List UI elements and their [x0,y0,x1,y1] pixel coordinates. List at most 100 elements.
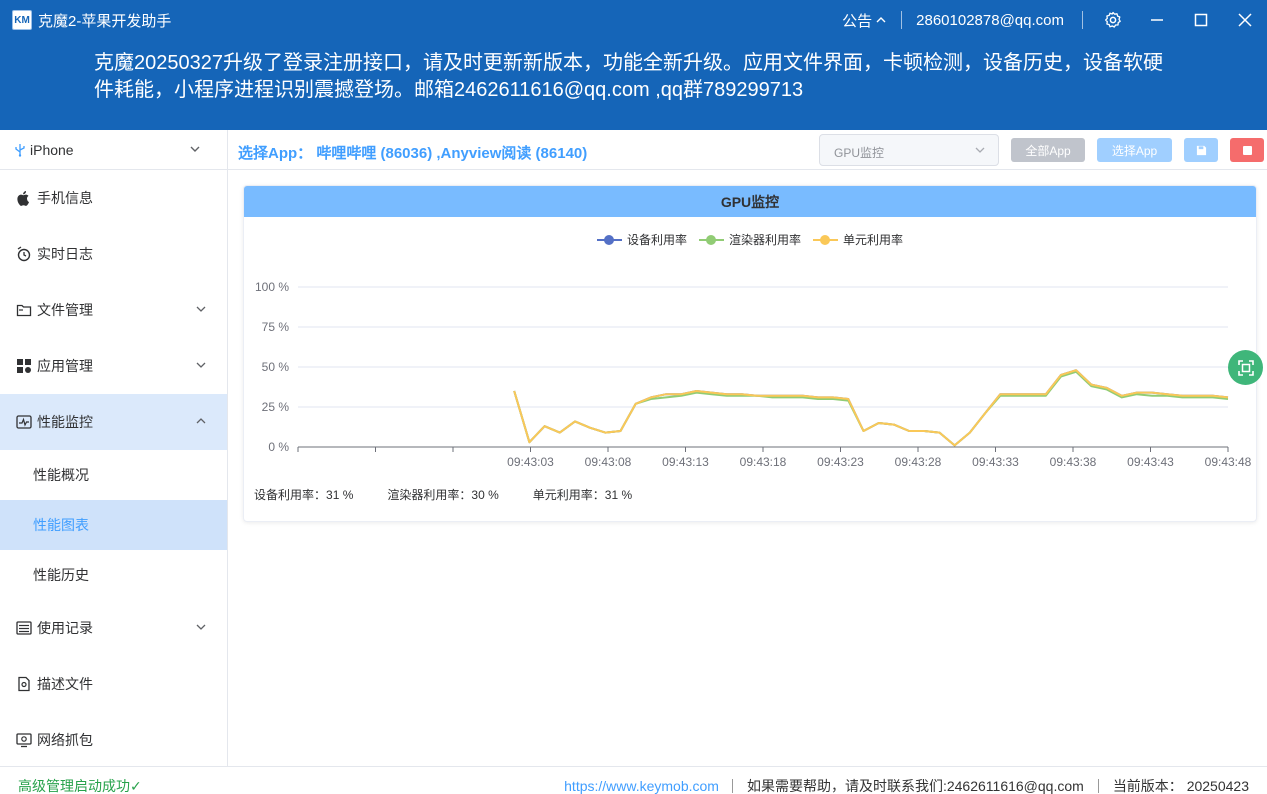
series-line-0 [513,369,1229,447]
divider [731,779,733,793]
folder-icon [15,301,33,319]
monitor-type-value: GPU监控 [834,146,885,160]
screenshot-button[interactable] [1228,350,1263,385]
network-icon [15,731,33,749]
close-icon [1238,13,1252,27]
y-tick-label: 25 % [262,400,290,414]
gpu-line-chart: 0 % 25 % 50 % 75 % 100 % 09:43:03 09:43:08 09:4… [255,280,1252,469]
sidebar-item-file-manage[interactable]: 文件管理 [0,282,227,338]
y-tick-label: 75 % [262,320,290,334]
app-logo: KM [12,10,32,30]
selected-apps: 选择App： 哔哩哔哩 (86036) ,Anyview阅读 (86140) [238,145,588,162]
help-text: 如果需要帮助，请及时联系我们:2462611616@qq.com [746,778,1084,794]
chevron-up-icon [876,17,886,23]
chevron-down-icon [190,146,200,152]
status-bar: 高级管理启动成功✓ https://www.keymob.com 如果需要帮助，… [0,766,1267,794]
account-email[interactable]: 2860102878@qq.com [916,12,1064,29]
y-tick-label: 50 % [262,360,290,374]
y-tick-label: 0 % [268,440,289,454]
x-tick-label: 09:43:38 [1050,455,1097,469]
chevron-down-icon [196,362,206,368]
chevron-up-icon [196,418,206,424]
apps-icon [15,357,33,375]
stop-button[interactable] [1230,138,1264,162]
divider [1082,11,1083,29]
usb-icon [15,143,25,157]
x-tick-label: 09:43:48 [1205,455,1252,469]
series-line-2 [513,369,1229,447]
sidebar-item-realtime-log[interactable]: 实时日志 [0,226,227,282]
profile-icon [15,675,33,693]
stat-renderer: 渲染器利用率：30 % [387,488,499,502]
series-line-1 [513,370,1229,447]
sidebar-item-performance[interactable]: 性能监控 [0,394,227,450]
sidebar-subitem-history[interactable]: 性能历史 [0,550,227,600]
website-link[interactable]: https://www.keymob.com [564,778,719,794]
app-title: 克魔2-苹果开发助手 [38,12,172,30]
x-tick-label: 09:43:18 [740,455,787,469]
log-icon [15,245,33,263]
sidebar-subitem-overview[interactable]: 性能概况 [0,450,227,500]
x-tick-label: 09:43:03 [507,455,554,469]
x-tick-label: 09:43:33 [972,455,1019,469]
stat-device: 设备利用率：31 % [254,488,354,502]
sidebar-item-label: 实时日志 [37,246,93,262]
monitor-type-select[interactable]: GPU监控 [819,134,999,166]
x-tick-label: 09:43:28 [895,455,942,469]
version-text: 当前版本： 20250423 [1112,778,1249,794]
all-app-button[interactable]: 全部App [1011,138,1085,162]
maximize-button[interactable] [1179,0,1223,40]
maximize-icon [1194,13,1208,27]
chevron-down-icon [196,624,206,630]
device-select[interactable]: iPhone [0,130,227,170]
sidebar-item-phone-info[interactable]: 手机信息 [0,170,227,226]
minimize-button[interactable] [1135,0,1179,40]
sidebar-item-profile[interactable]: 描述文件 [0,656,227,712]
divider [901,11,903,29]
save-icon [1196,145,1206,155]
device-name: iPhone [30,141,74,158]
sidebar-item-label: 性能监控 [37,414,93,430]
x-tick-label: 09:43:23 [817,455,864,469]
sidebar-item-label: 描述文件 [37,676,93,692]
announcement-banner: 克魔20250327升级了登录注册接口，请及时更新新版本，功能全新升级。应用文件… [0,40,1267,130]
sidebar-item-network-capture[interactable]: 网络抓包 [0,712,227,768]
sidebar-item-label: 网络抓包 [37,732,93,748]
x-tick-label: 09:43:13 [662,455,709,469]
sidebar-item-app-manage[interactable]: 应用管理 [0,338,227,394]
record-icon [15,619,33,637]
select-app-button[interactable]: 选择App [1097,138,1172,162]
chevron-down-icon [196,306,206,312]
sidebar-item-label: 使用记录 [37,620,93,636]
sidebar-item-label: 应用管理 [37,358,93,374]
sidebar-item-label: 手机信息 [37,190,93,206]
settings-button[interactable] [1091,0,1135,40]
gear-icon [1105,11,1121,28]
minimize-icon [1151,19,1163,21]
notice-label: 公告 [842,12,873,30]
screenshot-icon [1237,359,1254,376]
toolbar: 选择App： 哔哩哔哩 (86036) ,Anyview阅读 (86140) G… [228,130,1267,170]
status-message: 高级管理启动成功✓ [18,778,142,794]
sidebar-item-usage-record[interactable]: 使用记录 [0,600,227,656]
check-icon: ✓ [130,778,142,794]
sidebar-subitem-charts[interactable]: 性能图表 [0,500,227,550]
close-button[interactable] [1223,0,1267,40]
chart-card: GPU监控 设备利用率 渲染器利用率 单元利用率 0 % 25 % 50 % 75 %… [243,185,1257,522]
x-tick-label: 09:43:08 [585,455,632,469]
monitor-icon [15,413,33,431]
divider [1097,779,1099,793]
stop-icon [1242,145,1252,155]
apple-icon [15,189,33,207]
notice-toggle[interactable]: 公告 [842,10,887,31]
announcement-text: 克魔20250327升级了登录注册接口，请及时更新新版本，功能全新升级。应用文件… [94,52,1163,101]
sidebar-item-label: 文件管理 [37,302,93,318]
stat-tiler: 单元利用率：31 % [532,488,633,502]
title-bar: KM 克魔2-苹果开发助手 公告 2860102878@qq.com [0,0,1267,40]
y-tick-label: 100 % [255,280,289,294]
chart-stats: 设备利用率：31 % 渲染器利用率：30 % 单元利用率：31 % [254,486,666,503]
chevron-down-icon [975,147,985,153]
save-button[interactable] [1184,138,1218,162]
sidebar: iPhone 手机信息 实时日志 文件管理 应用管理 性能监控 性能概况 性能图… [0,130,228,766]
x-tick-label: 09:43:43 [1127,455,1174,469]
